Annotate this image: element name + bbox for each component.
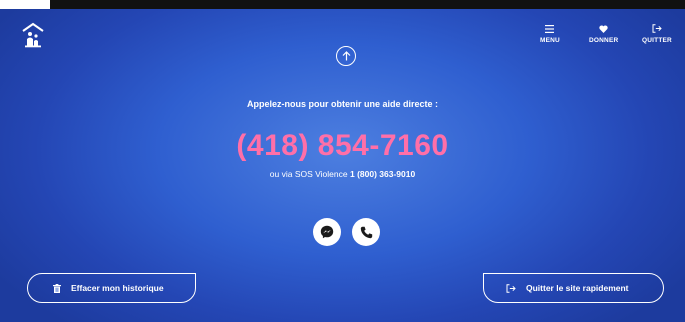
clear-history-button[interactable]: Effacer mon historique [27,273,196,303]
exit-arrow-icon [506,283,516,293]
donate-label: DONNER [589,37,619,44]
top-bar [0,0,685,9]
menu-button[interactable]: MENU [540,23,560,44]
call-heading: Appelez-nous pour obtenir une aide direc… [246,99,439,109]
house-figure-logo-icon [22,22,44,48]
phone-number-link[interactable]: (418) 854-7160 [0,129,685,163]
scroll-up-button[interactable] [336,46,356,66]
quit-button[interactable]: QUITTER [642,23,672,44]
donate-button[interactable]: DONNER [589,23,618,44]
clear-history-label: Effacer mon historique [71,283,164,293]
arrow-up-icon [342,51,350,61]
site-logo[interactable] [22,22,44,48]
quit-label: QUITTER [642,37,672,44]
messenger-icon [320,225,334,239]
quit-site-label: Quitter le site rapidement [526,283,629,293]
menu-label: MENU [540,37,560,44]
top-bar-gap [0,0,50,9]
heart-icon [599,23,608,34]
sos-number-link[interactable]: 1 (800) 363-9010 [350,169,415,179]
trash-icon [53,283,61,293]
hero-panel: MENU DONNER QUITTER Appelez-nous pour ob… [0,9,685,322]
phone-icon [360,226,372,238]
hamburger-icon [545,23,555,34]
sos-line: ou via SOS Violence 1 (800) 363-9010 [0,169,685,179]
exit-arrow-icon [652,23,662,34]
sos-prefix: ou via SOS Violence [269,169,348,179]
phone-call-button[interactable] [352,218,380,246]
messenger-button[interactable] [313,218,341,246]
quit-site-button[interactable]: Quitter le site rapidement [483,273,664,303]
